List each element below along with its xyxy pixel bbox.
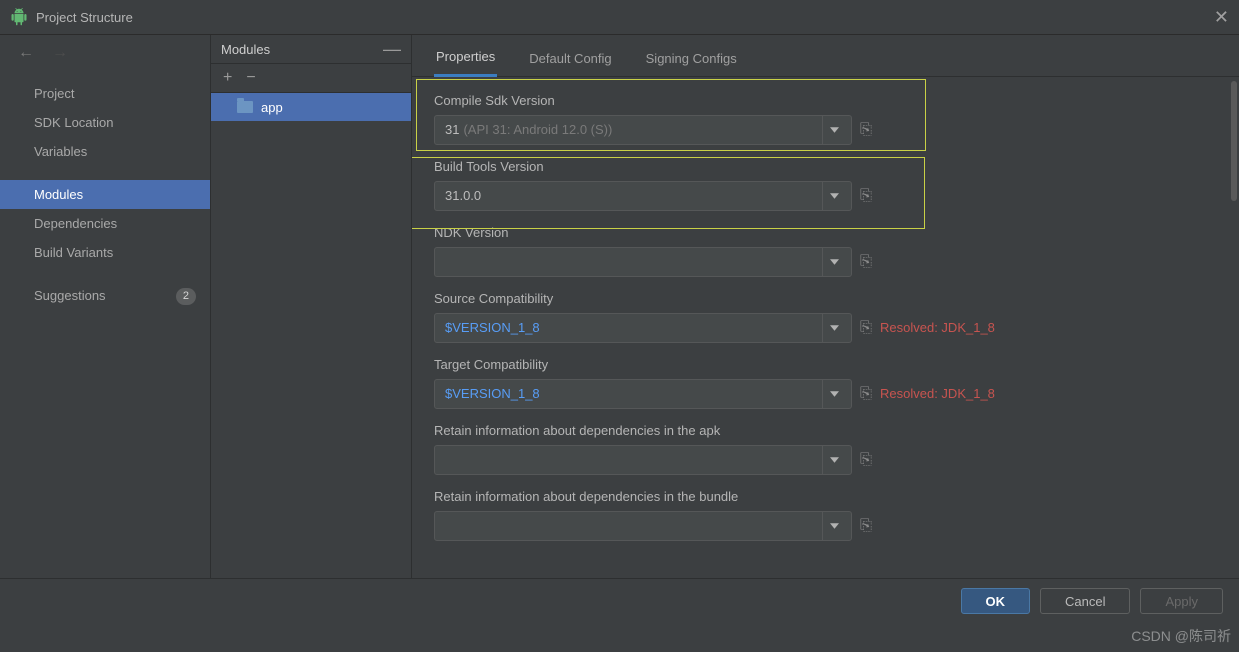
sidebar-item-sdk-location[interactable]: SDK Location — [0, 108, 210, 137]
titlebar: Project Structure ✕ — [0, 0, 1239, 35]
sidebar-item-dependencies[interactable]: Dependencies — [0, 209, 210, 238]
ndk-label: NDK Version — [434, 225, 1229, 240]
bind-icon[interactable]: ⎘ — [860, 319, 872, 336]
tab-default-config[interactable]: Default Config — [527, 51, 613, 76]
nav-forward-icon: → — [52, 44, 68, 62]
chevron-down-icon — [822, 446, 845, 474]
retain-bundle-label: Retain information about dependencies in… — [434, 489, 1229, 504]
android-icon — [10, 8, 28, 26]
bind-icon[interactable]: ⎘ — [860, 253, 872, 270]
chevron-down-icon — [822, 380, 845, 408]
source-compat-value: $VERSION_1_8 — [445, 320, 540, 335]
retain-bundle-combo[interactable] — [434, 511, 852, 541]
target-compat-resolved: Resolved: JDK_1_8 — [880, 386, 995, 401]
bind-icon[interactable]: ⎘ — [860, 385, 872, 402]
suggestions-badge: 2 — [176, 288, 196, 305]
nav-back-icon[interactable]: ← — [18, 44, 34, 62]
collapse-icon[interactable]: — — [383, 44, 401, 54]
add-module-button[interactable]: + — [223, 69, 232, 87]
target-compat-combo[interactable]: $VERSION_1_8 — [434, 379, 852, 409]
source-compat-label: Source Compatibility — [434, 291, 1229, 306]
module-tree-item-app[interactable]: app — [211, 93, 411, 121]
build-tools-combo[interactable]: 31.0.0 — [434, 181, 852, 211]
target-compat-value: $VERSION_1_8 — [445, 386, 540, 401]
sidebar-item-variables[interactable]: Variables — [0, 137, 210, 166]
retain-apk-label: Retain information about dependencies in… — [434, 423, 1229, 438]
sidebar: ← → Project SDK Location Variables Modul… — [0, 35, 211, 578]
ok-button[interactable]: OK — [961, 588, 1031, 614]
cancel-button[interactable]: Cancel — [1040, 588, 1130, 614]
ndk-combo[interactable] — [434, 247, 852, 277]
build-tools-value: 31.0.0 — [445, 188, 481, 203]
watermark: CSDN @陈司祈 — [1131, 626, 1231, 646]
tab-signing-configs[interactable]: Signing Configs — [644, 51, 739, 76]
apply-button[interactable]: Apply — [1140, 588, 1223, 614]
compile-sdk-label: Compile Sdk Version — [434, 93, 1229, 108]
chevron-down-icon — [822, 314, 845, 342]
bind-icon[interactable]: ⎘ — [860, 517, 872, 534]
target-compat-label: Target Compatibility — [434, 357, 1229, 372]
sidebar-item-label: Suggestions — [34, 288, 106, 303]
compile-sdk-combo[interactable]: 31 (API 31: Android 12.0 (S)) — [434, 115, 852, 145]
tab-bar: Properties Default Config Signing Config… — [412, 35, 1239, 77]
bind-icon[interactable]: ⎘ — [860, 121, 872, 138]
modules-panel-title: Modules — [221, 42, 270, 57]
tab-properties[interactable]: Properties — [434, 49, 497, 77]
remove-module-button[interactable]: − — [246, 69, 255, 87]
compile-sdk-value: 31 — [445, 122, 459, 137]
sidebar-item-suggestions[interactable]: Suggestions 2 — [0, 281, 210, 310]
sidebar-item-build-variants[interactable]: Build Variants — [0, 238, 210, 267]
source-compat-combo[interactable]: $VERSION_1_8 — [434, 313, 852, 343]
window-title: Project Structure — [36, 10, 133, 25]
chevron-down-icon — [822, 116, 845, 144]
sidebar-item-project[interactable]: Project — [0, 79, 210, 108]
build-tools-label: Build Tools Version — [434, 159, 1229, 174]
dialog-footer: OK Cancel Apply — [0, 578, 1239, 623]
properties-form: Compile Sdk Version 31 (API 31: Android … — [412, 77, 1239, 578]
chevron-down-icon — [822, 512, 845, 540]
bind-icon[interactable]: ⎘ — [860, 187, 872, 204]
module-name: app — [261, 100, 283, 115]
sidebar-item-modules[interactable]: Modules — [0, 180, 210, 209]
folder-icon — [237, 101, 253, 113]
scrollbar[interactable] — [1231, 81, 1237, 201]
close-icon[interactable]: ✕ — [1214, 7, 1229, 28]
bind-icon[interactable]: ⎘ — [860, 451, 872, 468]
chevron-down-icon — [822, 182, 845, 210]
source-compat-resolved: Resolved: JDK_1_8 — [880, 320, 995, 335]
chevron-down-icon — [822, 248, 845, 276]
compile-sdk-hint: (API 31: Android 12.0 (S)) — [463, 122, 612, 137]
modules-panel: Modules — + − app — [211, 35, 412, 578]
retain-apk-combo[interactable] — [434, 445, 852, 475]
